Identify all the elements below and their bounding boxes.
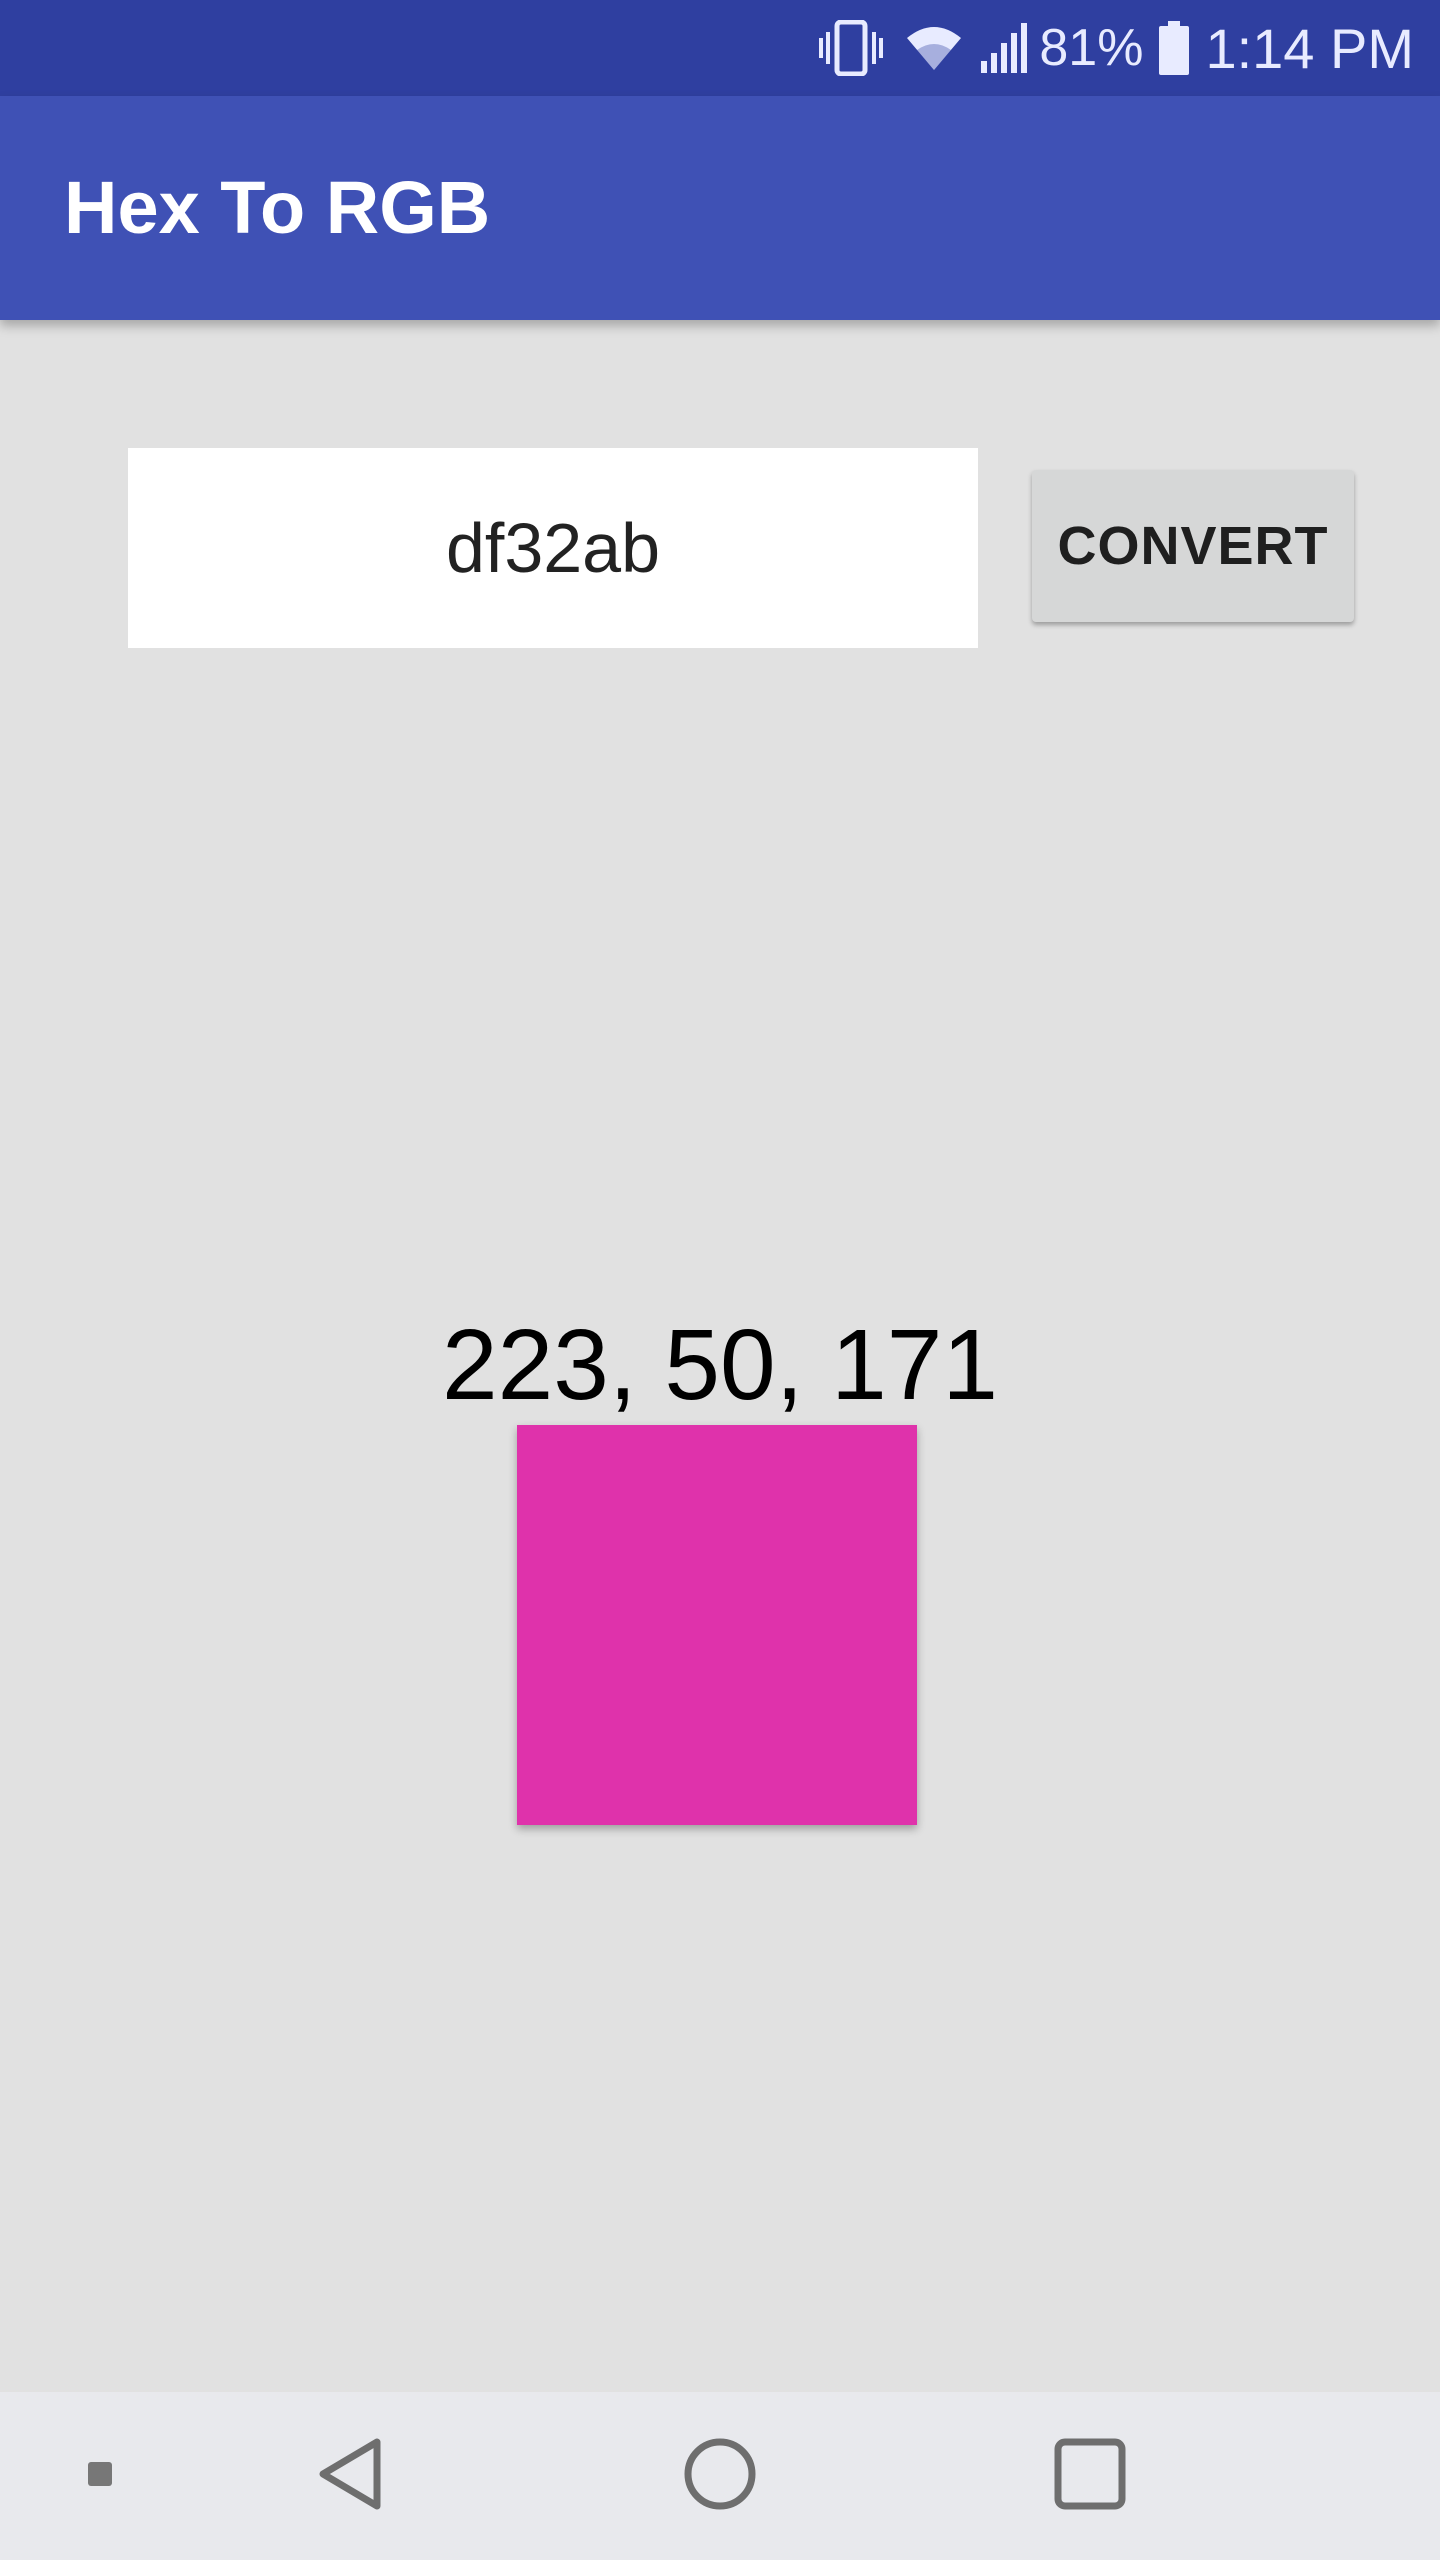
menu-dot-button[interactable] bbox=[60, 2392, 140, 2560]
wifi-icon bbox=[905, 24, 963, 72]
rgb-result-text: 223, 50, 171 bbox=[441, 1309, 999, 1421]
app-title: Hex To RGB bbox=[64, 166, 491, 249]
screen: 81% 1:14 PM Hex To RGB CONVERT 223, 50, … bbox=[0, 0, 1440, 2560]
home-icon bbox=[683, 2437, 757, 2516]
status-bar: 81% 1:14 PM bbox=[0, 0, 1440, 96]
battery-percentage: 81% bbox=[1039, 19, 1144, 77]
color-swatch bbox=[517, 1425, 917, 1825]
back-button[interactable] bbox=[290, 2392, 410, 2560]
hex-input[interactable] bbox=[128, 448, 978, 648]
convert-button[interactable]: CONVERT bbox=[1032, 470, 1354, 622]
home-button[interactable] bbox=[660, 2392, 780, 2560]
recents-icon bbox=[1054, 2438, 1126, 2515]
status-icons: 81% 1:14 PM bbox=[819, 0, 1414, 96]
signal-icon bbox=[981, 23, 1029, 73]
recents-button[interactable] bbox=[1030, 2392, 1150, 2560]
status-clock: 1:14 PM bbox=[1205, 16, 1414, 80]
vibrate-icon bbox=[819, 20, 884, 76]
navigation-bar bbox=[0, 2392, 1440, 2560]
battery-icon bbox=[1159, 21, 1190, 75]
back-icon bbox=[315, 2436, 385, 2517]
app-bar: Hex To RGB bbox=[0, 96, 1440, 320]
menu-dot-icon bbox=[86, 2460, 114, 2493]
